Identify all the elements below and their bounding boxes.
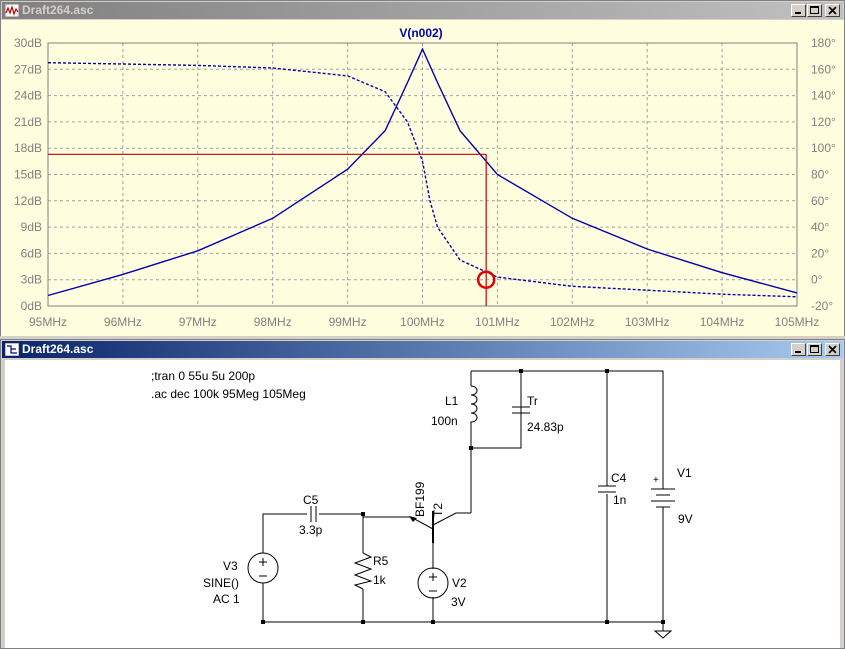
x-tick-label: 102MHz <box>550 315 595 329</box>
y-right-tick-label: 0° <box>811 273 823 287</box>
label-c5-value[interactable]: 3.3p <box>299 523 323 537</box>
x-tick-label: 97MHz <box>179 315 217 329</box>
minimize-icon <box>795 12 801 14</box>
schematic-canvas[interactable]: + ;tran 0 55u 5u 200p .ac dec 100k 95Meg… <box>5 360 840 648</box>
close-button[interactable] <box>825 4 840 17</box>
x-tick-label: 103MHz <box>625 315 670 329</box>
schematic-icon <box>5 343 19 356</box>
label-r5-value[interactable]: 1k <box>373 573 387 587</box>
label-v1-value[interactable]: 9V <box>678 512 693 526</box>
inductor-l1[interactable] <box>470 385 478 431</box>
y-right-tick-label: 140° <box>811 89 836 103</box>
capacitor-c4[interactable] <box>598 485 616 493</box>
y-left-tick-label: 15dB <box>14 168 42 182</box>
label-l1-value[interactable]: 100n <box>431 414 458 428</box>
resistor-r5[interactable] <box>353 552 373 590</box>
x-tick-label: 104MHz <box>700 315 745 329</box>
label-t2-value[interactable]: BF199 <box>413 481 427 517</box>
schematic-window-titlebar[interactable]: Draft264.asc <box>2 341 843 358</box>
y-right-tick-label: 100° <box>811 141 836 155</box>
y-right-tick-label: 80° <box>811 168 829 182</box>
battery-plus-icon: + <box>653 475 659 486</box>
x-tick-label: 99MHz <box>329 315 367 329</box>
label-tr-value[interactable]: 24.83p <box>527 420 564 434</box>
y-left-tick-label: 24dB <box>14 89 42 103</box>
y-right-tick-label: -20° <box>811 299 833 313</box>
spice-directive-tran[interactable]: ;tran 0 55u 5u 200p <box>151 369 255 383</box>
y-left-tick-label: 0dB <box>21 299 42 313</box>
label-v3-ac[interactable]: AC 1 <box>213 592 240 606</box>
label-c4-name[interactable]: C4 <box>611 471 627 485</box>
y-left-tick-label: 27dB <box>14 62 42 76</box>
maximize-button[interactable] <box>807 4 822 17</box>
plot-window-titlebar[interactable]: Draft264.asc <box>2 2 843 19</box>
y-left-tick-label: 21dB <box>14 115 42 129</box>
label-v3-name[interactable]: V3 <box>223 559 238 573</box>
label-v2-value[interactable]: 3V <box>451 595 466 609</box>
minimize-button[interactable] <box>791 343 806 356</box>
y-left-tick-label: 30dB <box>14 36 42 50</box>
maximize-icon <box>810 345 819 353</box>
x-tick-label: 100MHz <box>400 315 445 329</box>
x-tick-label: 105MHz <box>775 315 820 329</box>
label-c4-value[interactable]: 1n <box>613 493 626 507</box>
y-left-tick-label: 6dB <box>21 246 42 260</box>
x-tick-label: 101MHz <box>475 315 520 329</box>
spice-directive-ac[interactable]: .ac dec 100k 95Meg 105Meg <box>151 387 306 401</box>
y-right-tick-label: 20° <box>811 246 829 260</box>
waveform-icon <box>5 4 19 17</box>
plot-window-title: Draft264.asc <box>22 3 94 17</box>
label-c5-name[interactable]: C5 <box>303 493 319 507</box>
maximize-button[interactable] <box>807 343 822 356</box>
plot-window: Draft264.asc 95MHz 96MHz 97MHz 98MHz 99MHz 10… <box>0 0 845 336</box>
label-v2-name[interactable]: V2 <box>452 576 467 590</box>
maximize-icon <box>810 6 819 14</box>
waveform-plot[interactable]: 95MHz 96MHz 97MHz 98MHz 99MHz 100MHz 101MHz 102… <box>1 20 844 336</box>
y-right-tick-label: 160° <box>811 62 836 76</box>
label-v1-name[interactable]: V1 <box>677 466 692 480</box>
voltage-source-v3[interactable] <box>247 552 279 584</box>
y-right-tick-label: 40° <box>811 220 829 234</box>
y-left-tick-label: 12dB <box>14 194 42 208</box>
wire[interactable] <box>470 371 522 449</box>
schematic-window-title: Draft264.asc <box>22 342 94 356</box>
y-right-tick-label: 60° <box>811 194 829 208</box>
y-left-tick-label: 9dB <box>21 220 42 234</box>
ground-icon <box>653 622 673 639</box>
battery-v1[interactable] <box>651 488 675 508</box>
close-icon <box>828 6 837 15</box>
label-l1-name[interactable]: L1 <box>445 394 459 408</box>
label-r5-name[interactable]: R5 <box>373 554 389 568</box>
wire[interactable] <box>471 370 664 489</box>
y-right-tick-label: 180° <box>811 36 836 50</box>
close-button[interactable] <box>825 343 840 356</box>
close-icon <box>828 345 837 354</box>
y-left-tick-label: 18dB <box>14 141 42 155</box>
label-v3-value[interactable]: SINE() <box>203 576 239 590</box>
trace-title[interactable]: V(n002) <box>399 26 442 40</box>
y-left-tick-label: 3dB <box>21 273 42 287</box>
schematic-window: Draft264.asc + ;tran 0 55u 5u 200p .ac d… <box>0 339 845 649</box>
minimize-icon <box>795 351 801 353</box>
label-t2-name[interactable]: T2 <box>431 503 445 517</box>
minimize-button[interactable] <box>791 4 806 17</box>
wire[interactable] <box>363 516 434 530</box>
y-right-tick-label: 120° <box>811 115 836 129</box>
voltage-source-v2[interactable] <box>417 567 449 599</box>
capacitor-c5[interactable] <box>310 506 317 522</box>
x-tick-label: 96MHz <box>104 315 142 329</box>
x-tick-label: 98MHz <box>254 315 292 329</box>
x-tick-label: 95MHz <box>29 315 67 329</box>
label-tr-name[interactable]: Tr <box>527 394 538 408</box>
